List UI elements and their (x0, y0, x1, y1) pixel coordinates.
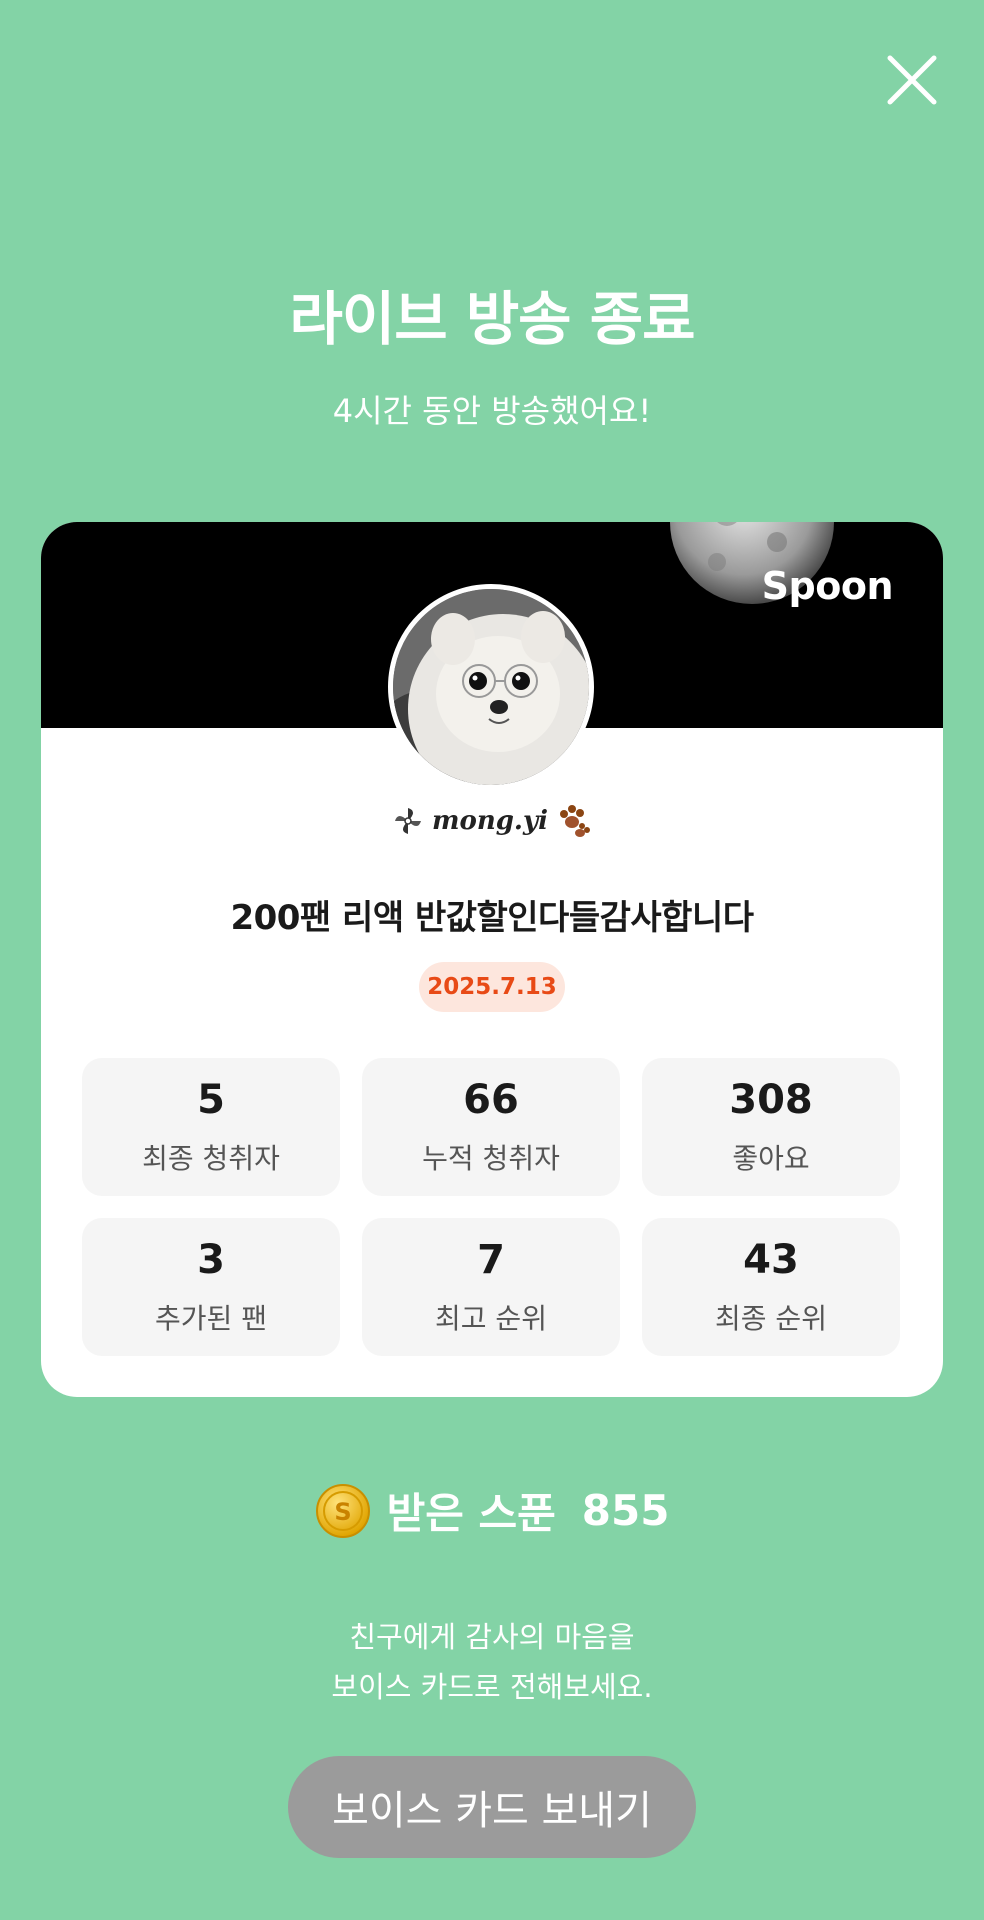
stat-value: 5 (197, 1077, 225, 1123)
stat-total-listeners: 66 누적 청취자 (362, 1058, 620, 1196)
stat-value: 308 (729, 1077, 813, 1123)
stat-label: 최고 순위 (435, 1302, 547, 1335)
stat-label: 추가된 팬 (155, 1302, 267, 1335)
send-voice-card-button[interactable]: 보이스 카드 보내기 (288, 1756, 696, 1858)
stat-label: 최종 순위 (715, 1302, 827, 1335)
stat-label: 좋아요 (732, 1142, 810, 1175)
close-button[interactable] (880, 48, 944, 112)
pinwheel-icon (395, 808, 421, 834)
username-row: mong.yi (41, 804, 943, 838)
dog-avatar-image (393, 589, 589, 785)
message-line-2: 보이스 카드로 전해보세요. (331, 1670, 653, 1704)
stat-likes: 308 좋아요 (642, 1058, 900, 1196)
page-title: 라이브 방송 종료 (289, 285, 696, 353)
broadcast-summary-card: Spoon mong.yi 200팬 리액 반값할인다들감사합니다 2025.7… (41, 522, 943, 1397)
stream-title: 200팬 리액 반값할인다들감사합니다 (230, 898, 754, 938)
message-line-1: 친구에게 감사의 마음을 (349, 1620, 635, 1654)
date-badge: 2025.7.13 (419, 962, 565, 1012)
avatar (388, 584, 594, 790)
voice-card-message: 친구에게 감사의 마음을 보이스 카드로 전해보세요. (0, 1612, 984, 1712)
page-subtitle: 4시간 동안 방송했어요! (332, 392, 652, 430)
spoons-label: 받은 스푼 (386, 1489, 556, 1538)
stat-final-rank: 43 최종 순위 (642, 1218, 900, 1356)
username: mong.yi (432, 806, 548, 836)
spoon-logo: Spoon (761, 564, 894, 608)
coin-icon: S (315, 1483, 370, 1538)
stat-final-listeners: 5 최종 청취자 (82, 1058, 340, 1196)
close-icon (887, 55, 937, 105)
stat-value: 3 (197, 1237, 225, 1283)
spoons-value: 855 (581, 1486, 670, 1535)
stat-new-fans: 3 추가된 팬 (82, 1218, 340, 1356)
stat-label: 누적 청취자 (422, 1142, 560, 1175)
paw-icon (559, 805, 590, 837)
stat-best-rank: 7 최고 순위 (362, 1218, 620, 1356)
stats-grid: 5 최종 청취자 66 누적 청취자 308 좋아요 3 추가된 팬 7 최고 … (82, 1058, 902, 1356)
received-spoons: S 받은 스푼 855 (0, 1480, 984, 1541)
stat-label: 최종 청취자 (142, 1142, 280, 1175)
svg-text:S: S (334, 1498, 351, 1526)
stat-value: 43 (743, 1237, 799, 1283)
stat-value: 66 (463, 1077, 519, 1123)
stat-value: 7 (477, 1237, 505, 1283)
